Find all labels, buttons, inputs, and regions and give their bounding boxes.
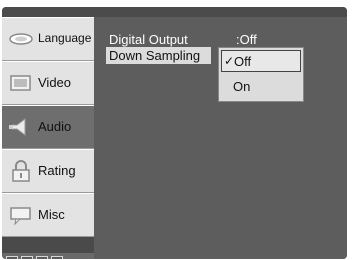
speaker-icon: [9, 118, 26, 136]
lock-icon: [12, 160, 30, 182]
menu-top-bar: [2, 7, 347, 17]
settings-menu: Language Video Audio Rating Misc Digital…: [2, 7, 347, 259]
digital-output-value: :Off: [236, 32, 257, 47]
sidebar-item-language[interactable]: Language: [2, 17, 94, 61]
page-dot: [21, 256, 33, 259]
sidebar-item-label: Rating: [38, 163, 76, 178]
sidebar-item-label: Video: [38, 75, 72, 90]
option-on[interactable]: On: [221, 76, 301, 98]
digital-output-label[interactable]: Digital Output: [109, 32, 188, 47]
down-sampling-options: ✓ Off On: [218, 47, 304, 102]
option-label: On: [233, 79, 251, 94]
down-sampling-row[interactable]: Down Sampling: [106, 47, 211, 64]
page-indicator: [2, 253, 94, 259]
check-icon: ✓: [224, 54, 235, 68]
option-label: Off: [234, 54, 252, 69]
misc-icon: [10, 207, 31, 226]
option-off[interactable]: ✓ Off: [221, 50, 301, 72]
sidebar-item-video[interactable]: Video: [2, 61, 94, 105]
sidebar-item-label: Language: [38, 31, 92, 45]
audio-settings-panel: Digital Output :Off Down Sampling ✓ Off …: [94, 17, 347, 259]
screen: Language Video Audio Rating Misc Digital…: [0, 0, 355, 260]
page-dot: [36, 256, 48, 259]
page-dot: [51, 256, 63, 259]
video-icon: [10, 75, 31, 91]
down-sampling-label: Down Sampling: [109, 48, 201, 63]
sidebar-item-label: Audio: [38, 119, 72, 134]
sidebar: Language Video Audio Rating Misc: [2, 17, 94, 259]
sidebar-item-rating[interactable]: Rating: [2, 149, 94, 193]
sidebar-item-misc[interactable]: Misc: [2, 193, 94, 237]
sidebar-item-label: Misc: [38, 207, 65, 222]
language-icon: [9, 33, 33, 45]
sidebar-item-audio[interactable]: Audio: [2, 105, 94, 149]
page-dot: [6, 256, 18, 259]
